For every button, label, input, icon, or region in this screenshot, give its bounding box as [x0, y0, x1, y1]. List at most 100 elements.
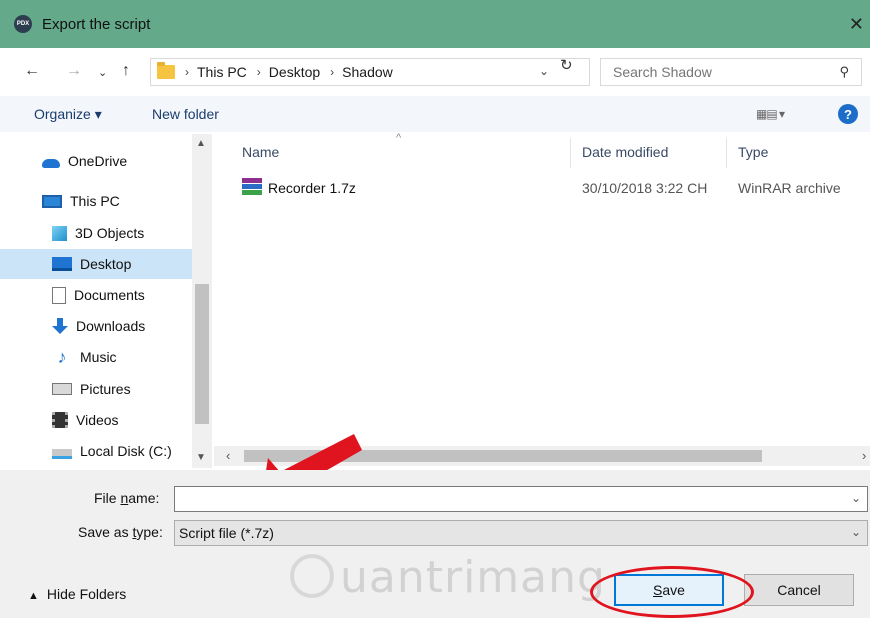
scroll-left-icon[interactable]: ‹ — [226, 448, 230, 463]
recent-locations-chevron-icon[interactable]: ⌄ — [98, 66, 107, 79]
music-icon: ♪ — [57, 347, 67, 367]
forward-arrow-icon[interactable]: → — [66, 62, 82, 80]
watermark-text: uantrimang — [340, 552, 606, 603]
sidebar-item-label: Local Disk (C:) — [80, 443, 172, 459]
breadcrumb-this-pc[interactable]: This PC — [197, 64, 247, 80]
file-type-cell: WinRAR archive — [738, 180, 841, 196]
document-icon — [52, 286, 66, 304]
file-date-cell: 30/10/2018 3:22 CH — [582, 180, 708, 196]
new-folder-button[interactable]: New folder — [152, 106, 219, 122]
app-icon: PDX — [14, 15, 32, 33]
winrar-icon-band — [242, 184, 262, 189]
sort-ascending-icon: ^ — [396, 132, 402, 144]
onedrive-icon — [42, 158, 60, 168]
file-name-label-text: ame: — [128, 490, 160, 506]
file-name-cell: Recorder 1.7z — [268, 180, 356, 196]
column-header-name[interactable]: Name — [242, 144, 279, 160]
hide-folders-label: Hide Folders — [46, 586, 127, 602]
download-icon — [52, 318, 68, 334]
sidebar-item-onedrive[interactable]: OneDrive — [0, 146, 192, 176]
sidebar-item-label: Pictures — [80, 381, 131, 397]
scroll-up-icon[interactable]: ▲ — [196, 138, 206, 149]
save-type-value: Script file (*.7z) — [179, 525, 274, 541]
save-type-label: Save as type: — [78, 524, 163, 540]
sidebar-item-label: Videos — [76, 412, 119, 428]
window-title: Export the script — [42, 15, 151, 33]
search-input[interactable] — [601, 59, 821, 85]
address-bar: ← → ⌄ ↑ › This PC › Desktop › Shadow ⌄ ↻… — [0, 52, 870, 92]
breadcrumb-shadow[interactable]: Shadow — [342, 64, 393, 80]
file-name-dropdown-icon[interactable]: ⌄ — [851, 491, 861, 505]
sidebar-item-downloads[interactable]: Downloads — [0, 311, 192, 341]
save-type-dropdown-icon[interactable]: ⌄ — [851, 525, 861, 539]
help-icon[interactable]: ? — [838, 104, 858, 124]
organize-menu-button[interactable]: Organize ▾ — [34, 106, 102, 123]
breadcrumb[interactable]: › This PC › Desktop › Shadow ⌄ — [150, 58, 590, 86]
back-arrow-icon[interactable]: ← — [24, 62, 40, 80]
hide-folders-button[interactable]: ▲ Hide Folders — [28, 586, 126, 602]
title-bar: PDX Export the script ✕ — [0, 0, 870, 48]
annotation-highlight-ellipse — [590, 566, 754, 618]
breadcrumb-separator-icon[interactable]: › — [185, 65, 189, 79]
save-type-label-text: ype: — [136, 524, 163, 540]
command-bar: Organize ▾ New folder ▦▤ ▾ ? — [0, 96, 870, 132]
sidebar-item-label: Downloads — [76, 318, 146, 334]
navigation-pane: OneDrive This PC 3D Objects Desktop Docu… — [0, 134, 214, 468]
sidebar-item-documents[interactable]: Documents — [0, 280, 192, 310]
search-field[interactable]: ⚲ — [600, 58, 862, 86]
sidebar-item-this-pc[interactable]: This PC — [0, 186, 192, 216]
desktop-icon — [52, 257, 72, 271]
save-type-label-text: Save as — [78, 524, 133, 540]
sidebar-item-desktop[interactable]: Desktop — [0, 249, 192, 279]
sidebar-item-label: Music — [80, 349, 117, 365]
breadcrumb-desktop[interactable]: Desktop — [269, 64, 320, 80]
file-list: ^ Name Date modified Type Recorder 1.7z … — [214, 132, 870, 468]
chevron-up-icon: ▲ — [28, 590, 39, 602]
sidebar-item-label: This PC — [70, 193, 120, 209]
file-row[interactable]: Recorder 1.7z 30/10/2018 3:22 CH WinRAR … — [214, 178, 870, 202]
breadcrumb-separator-icon[interactable]: › — [330, 65, 334, 79]
sidebar-item-label: Documents — [74, 287, 145, 303]
watermark-logo-icon — [290, 554, 334, 598]
search-icon[interactable]: ⚲ — [839, 64, 849, 80]
sidebar-item-videos[interactable]: Videos — [0, 405, 192, 435]
computer-icon — [42, 194, 62, 208]
winrar-icon — [242, 178, 262, 198]
sidebar-scroll-thumb[interactable] — [195, 284, 209, 424]
sidebar-item-music[interactable]: ♪ Music — [0, 342, 192, 372]
column-divider[interactable] — [726, 138, 727, 168]
file-name-field[interactable]: ⌄ — [174, 486, 868, 512]
cancel-button[interactable]: Cancel — [744, 574, 854, 606]
column-header-type[interactable]: Type — [738, 144, 768, 160]
scroll-down-icon[interactable]: ▼ — [196, 452, 206, 463]
view-options-icon[interactable]: ▦▤ ▾ — [756, 107, 785, 121]
sidebar-scrollbar[interactable]: ▲ ▼ — [192, 134, 212, 468]
file-name-input[interactable] — [175, 487, 835, 511]
file-name-label: File name: — [94, 490, 159, 506]
column-header-date-modified[interactable]: Date modified — [582, 144, 668, 160]
cube-icon — [52, 225, 67, 241]
winrar-icon-band — [242, 190, 262, 195]
file-name-label-text: File — [94, 490, 121, 506]
sidebar-item-pictures[interactable]: Pictures — [0, 374, 192, 404]
sidebar-item-label: 3D Objects — [75, 225, 145, 241]
up-arrow-icon[interactable]: ↑ — [122, 62, 130, 80]
folder-icon — [157, 62, 175, 79]
sidebar-item-label: Desktop — [80, 256, 132, 272]
address-dropdown-icon[interactable]: ⌄ — [539, 64, 549, 78]
save-type-select[interactable]: Script file (*.7z) ⌄ — [174, 520, 868, 546]
close-icon[interactable]: ✕ — [849, 14, 864, 35]
refresh-icon[interactable]: ↻ — [560, 56, 573, 74]
breadcrumb-separator-icon[interactable]: › — [257, 65, 261, 79]
disk-icon — [52, 449, 72, 459]
save-options-panel: File name: ⌄ Save as type: Script file (… — [0, 470, 870, 618]
column-divider[interactable] — [570, 138, 571, 168]
winrar-icon-band — [242, 178, 262, 183]
app-icon-text: PDX — [16, 21, 30, 27]
sidebar-item-3d-objects[interactable]: 3D Objects — [0, 218, 192, 248]
sidebar-item-local-disk[interactable]: Local Disk (C:) — [0, 436, 192, 466]
sidebar-item-label: OneDrive — [68, 153, 128, 169]
picture-icon — [52, 383, 72, 395]
scroll-right-icon[interactable]: › — [862, 448, 866, 463]
video-icon — [52, 412, 68, 428]
